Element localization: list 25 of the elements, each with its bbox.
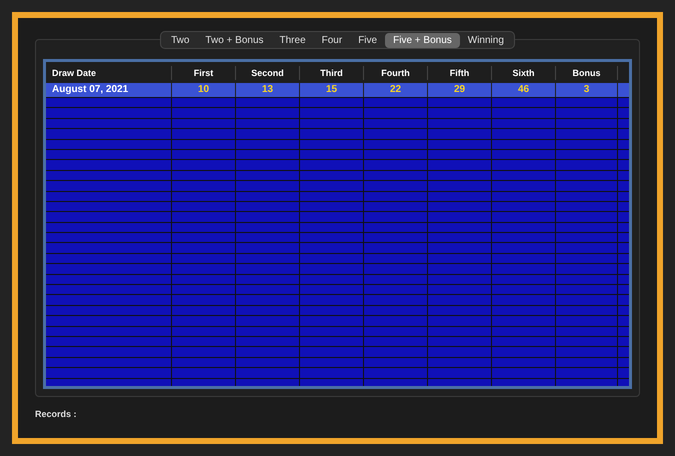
column-header[interactable]: Draw Date: [46, 66, 172, 80]
table-cell: 29: [428, 83, 492, 97]
tab[interactable]: Winning: [460, 32, 512, 48]
column-header[interactable]: Fifth: [428, 66, 492, 80]
table-cell: 22: [364, 83, 428, 97]
tab[interactable]: Five: [350, 32, 386, 48]
table-cell: 3: [556, 83, 618, 97]
tab[interactable]: Five + Bonus: [385, 32, 460, 48]
tab[interactable]: Three: [272, 32, 314, 48]
tab[interactable]: Four: [314, 32, 350, 48]
table-cell: 10: [172, 83, 236, 97]
table-cell: 46: [492, 83, 556, 97]
column-header[interactable]: Third: [300, 66, 364, 80]
table-cell: 13: [236, 83, 300, 97]
table-row[interactable]: August 07, 2021 10 13 15 22 29 46 3: [46, 83, 629, 98]
table-cell: August 07, 2021: [46, 83, 172, 97]
column-header[interactable]: Sixth: [492, 66, 556, 80]
table-cell: 15: [300, 83, 364, 97]
column-header[interactable]: First: [172, 66, 236, 80]
column-header[interactable]: Second: [236, 66, 300, 80]
column-header[interactable]: Fourth: [364, 66, 428, 80]
records-label: Records :: [35, 408, 78, 421]
column-header[interactable]: Bonus: [556, 66, 618, 80]
tab[interactable]: Two + Bonus: [197, 32, 272, 48]
tab[interactable]: Two: [163, 32, 198, 48]
